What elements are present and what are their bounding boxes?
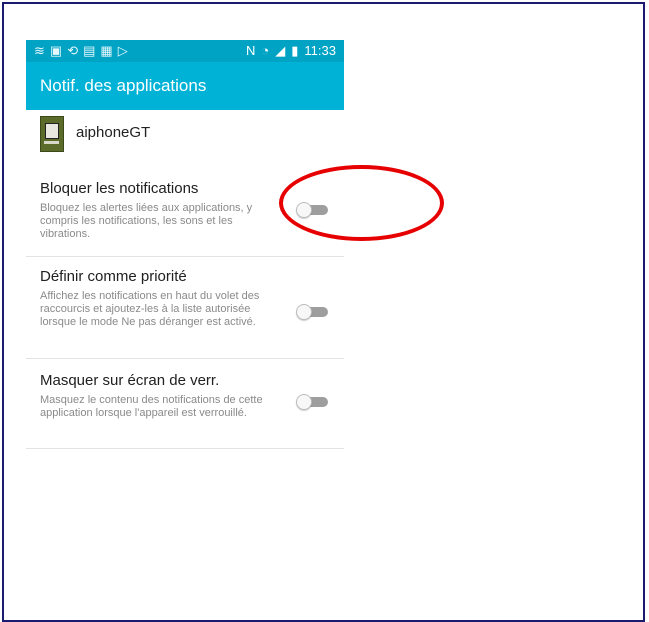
gallery-icon: ▦ <box>100 43 113 58</box>
sync-icon: ⟲ <box>67 43 79 58</box>
setting-title: Définir comme priorité <box>40 268 187 285</box>
battery-icon: ▮ <box>291 43 299 58</box>
status-bar: ≋ ▣ ⟲ ▤ ▦ ▷ N ◔ ◢ ▮ 11:33 <box>26 40 344 62</box>
wifi-icon: ≋ <box>34 43 45 58</box>
app-icon <box>40 116 64 152</box>
setting-description: Affichez les notifications en haut du vo… <box>40 290 260 328</box>
cell-signal-icon: ◢ <box>275 43 286 58</box>
setting-hide-lockscreen[interactable]: Masquer sur écran de verr. Masquez le co… <box>26 372 344 449</box>
setting-block-notifications[interactable]: Bloquer les notifications Bloquez les al… <box>26 180 344 257</box>
app-name: aiphoneGT <box>76 124 151 141</box>
status-left-icons: ≋ ▣ ⟲ ▤ ▦ ▷ <box>34 42 128 60</box>
play-icon: ▷ <box>117 43 128 58</box>
app-info-row: aiphoneGT <box>40 116 340 154</box>
status-time: 11:33 <box>304 43 336 58</box>
setting-description: Masquez le contenu des notifications de … <box>40 394 263 419</box>
priority-toggle[interactable] <box>296 304 330 320</box>
setting-title: Masquer sur écran de verr. <box>40 372 220 389</box>
nfc-icon: N <box>246 43 256 58</box>
hide-lockscreen-toggle[interactable] <box>296 394 330 410</box>
setting-priority[interactable]: Définir comme priorité Affichez les noti… <box>26 268 344 359</box>
block-notifications-toggle[interactable] <box>296 202 330 218</box>
page-title: Notif. des applications <box>40 76 207 95</box>
wifi-signal-icon: ◔ <box>261 43 270 58</box>
phone-screen: ≋ ▣ ⟲ ▤ ▦ ▷ N ◔ ◢ ▮ 11:33 Notif. des app… <box>26 40 344 617</box>
image-icon: ▣ <box>49 43 63 58</box>
setting-title: Bloquer les notifications <box>40 180 199 197</box>
app-bar: Notif. des applications <box>26 62 344 110</box>
status-right-icons: N ◔ ◢ ▮ 11:33 <box>246 42 336 60</box>
setting-description: Bloquez les alertes liées aux applicatio… <box>40 202 253 240</box>
calendar-icon: ▤ <box>83 43 96 58</box>
